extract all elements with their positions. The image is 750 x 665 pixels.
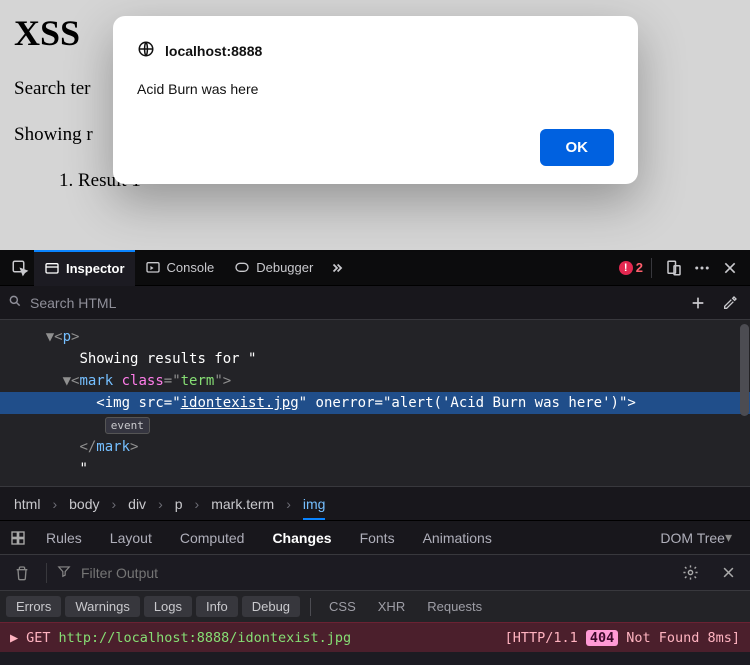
filter-output-input[interactable] — [81, 565, 666, 581]
clear-console-button[interactable] — [8, 559, 36, 587]
console-message-row[interactable]: ▶ GET http://localhost:8888/idontexist.j… — [0, 622, 750, 652]
subtab-computed[interactable]: Computed — [166, 521, 259, 555]
crumb-item[interactable]: mark.term — [211, 496, 274, 512]
subtab-domtree[interactable]: DOM Tree — [646, 521, 746, 555]
subtab-layout[interactable]: Layout — [96, 521, 166, 555]
chip-css[interactable]: CSS — [319, 596, 366, 617]
webpage-area: XSS Search ter Showing r Result 1 localh… — [0, 0, 750, 250]
tree-row-selected[interactable]: <img src="idontexist.jpg" onerror="alert… — [0, 392, 750, 414]
alert-dialog: localhost:8888 Acid Burn was here OK — [113, 16, 638, 184]
alert-overlay: localhost:8888 Acid Burn was here OK — [0, 0, 750, 250]
html-searchbar — [0, 286, 750, 320]
element-picker-button[interactable] — [6, 254, 34, 282]
chip-requests[interactable]: Requests — [417, 596, 492, 617]
tab-inspector[interactable]: Inspector — [34, 250, 135, 286]
crumb-item[interactable]: body — [69, 496, 99, 512]
tab-console[interactable]: Console — [135, 250, 225, 286]
request-url: http://localhost:8888/idontexist.jpg — [59, 630, 352, 646]
responsive-mode-button[interactable] — [660, 254, 688, 282]
meatball-menu-button[interactable] — [688, 254, 716, 282]
chip-warnings[interactable]: Warnings — [65, 596, 139, 617]
tree-row[interactable]: ▼<p> — [0, 326, 750, 348]
pseudo-class-toggle[interactable] — [4, 524, 32, 552]
subtab-rules[interactable]: Rules — [32, 521, 96, 555]
tree-row[interactable]: </mark> — [0, 436, 750, 458]
chip-errors[interactable]: Errors — [6, 596, 61, 617]
proto-open: [HTTP/1.1 — [505, 630, 578, 646]
crumb-item-selected[interactable]: img — [303, 496, 326, 520]
eyedropper-button[interactable] — [718, 291, 742, 315]
tree-row[interactable]: event — [0, 414, 750, 436]
crumb-item[interactable]: p — [175, 496, 183, 512]
devtools-panel: Inspector Console Debugger ! 2 — [0, 250, 750, 665]
filter-icon — [57, 564, 71, 581]
tree-row[interactable]: ▼<mark class="term"> — [0, 370, 750, 392]
request-method: GET — [26, 630, 50, 646]
error-indicator[interactable]: ! 2 — [619, 260, 643, 275]
html-tree[interactable]: ▼<p> Showing results for " ▼<mark class=… — [0, 320, 750, 486]
ok-button[interactable]: OK — [540, 129, 615, 166]
alert-message: Acid Burn was here — [137, 81, 614, 97]
sidepanel-tabs: Rules Layout Computed Changes Fonts Anim… — [0, 520, 750, 554]
status-code: 404 — [586, 630, 618, 646]
tree-row[interactable]: " — [0, 458, 750, 480]
chip-xhr[interactable]: XHR — [368, 596, 415, 617]
subtab-fonts[interactable]: Fonts — [346, 521, 409, 555]
error-icon: ! — [619, 261, 633, 275]
expand-arrow-icon[interactable]: ▶ — [10, 630, 18, 646]
console-filter-line — [0, 554, 750, 590]
error-count: 2 — [636, 260, 643, 275]
tab-console-label: Console — [167, 260, 215, 275]
alert-origin: localhost:8888 — [165, 43, 262, 59]
tab-debugger[interactable]: Debugger — [224, 250, 323, 286]
chip-info[interactable]: Info — [196, 596, 238, 617]
status-text: Not Found 8ms] — [626, 630, 740, 646]
console-chip-line: Errors Warnings Logs Info Debug CSS XHR … — [0, 590, 750, 622]
markup-breadcrumb: html› body› div› p› mark.term› img — [0, 486, 750, 520]
tree-row[interactable]: Showing results for " — [0, 348, 750, 370]
search-html-input[interactable] — [30, 295, 678, 311]
subtab-animations[interactable]: Animations — [409, 521, 506, 555]
search-icon — [8, 294, 22, 311]
subtab-changes[interactable]: Changes — [258, 521, 345, 555]
event-badge[interactable]: event — [105, 417, 150, 434]
crumb-item[interactable]: html — [14, 496, 40, 512]
tab-debugger-label: Debugger — [256, 260, 313, 275]
add-element-button[interactable] — [686, 291, 710, 315]
close-devtools-button[interactable] — [716, 254, 744, 282]
chip-logs[interactable]: Logs — [144, 596, 192, 617]
tab-inspector-label: Inspector — [66, 261, 125, 276]
devtools-tabbar: Inspector Console Debugger ! 2 — [0, 250, 750, 286]
crumb-item[interactable]: div — [128, 496, 146, 512]
close-split-button[interactable] — [714, 559, 742, 587]
more-tabs-button[interactable] — [323, 254, 351, 282]
scrollbar-thumb[interactable] — [740, 324, 749, 416]
chip-debug[interactable]: Debug — [242, 596, 300, 617]
globe-icon — [137, 40, 155, 61]
console-settings-button[interactable] — [676, 559, 704, 587]
